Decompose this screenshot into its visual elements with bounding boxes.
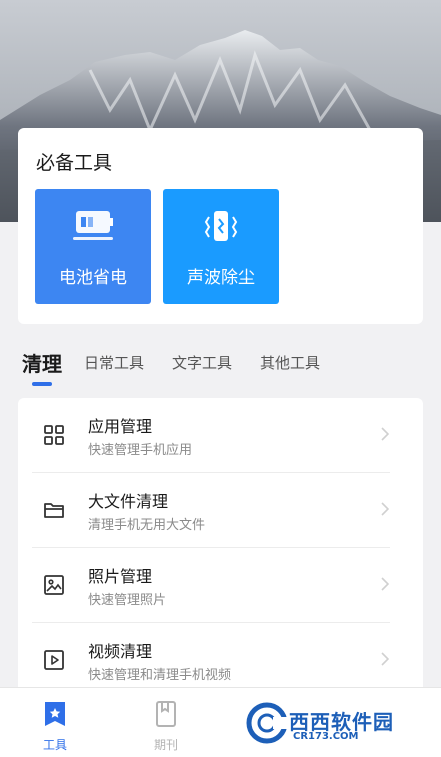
clean-tools-list: 应用管理 快速管理手机应用 大文件清理 清理手机无用大文件 照片管理 快速管理照… — [18, 398, 423, 693]
watermark-logo-icon — [246, 702, 289, 744]
tab-text-tools[interactable]: 文字工具 — [172, 352, 232, 373]
phone-vibrate-icon — [204, 211, 238, 241]
nav-journal[interactable]: 期刊 — [136, 700, 196, 753]
list-item-subtitle: 清理手机无用大文件 — [88, 518, 206, 533]
site-watermark: 西西软件园 CR173.COM — [241, 700, 423, 746]
list-item-photo-management[interactable]: 照片管理 快速管理照片 — [18, 548, 423, 623]
list-item-title: 视频清理 — [88, 642, 153, 661]
tab-daily-tools[interactable]: 日常工具 — [84, 352, 144, 373]
folder-icon — [44, 503, 64, 518]
chevron-right-icon — [381, 652, 390, 666]
list-item-subtitle: 快速管理手机应用 — [88, 443, 193, 458]
nav-tools[interactable]: 工具 — [25, 700, 85, 753]
list-item-subtitle: 快速管理和清理手机视频 — [88, 668, 232, 683]
list-item-title: 大文件清理 — [88, 492, 169, 511]
chevron-right-icon — [381, 577, 390, 591]
video-icon — [44, 650, 64, 670]
sonic-dust-removal-label: 声波除尘 — [187, 268, 255, 288]
tab-other-tools[interactable]: 其他工具 — [260, 352, 320, 373]
journal-icon — [156, 701, 176, 727]
tab-clean[interactable]: 清理 — [22, 348, 62, 377]
essential-tools-card: 必备工具 电池省电 声波除尘 — [18, 128, 423, 324]
image-icon — [44, 575, 64, 595]
chevron-right-icon — [381, 502, 390, 516]
sonic-dust-removal-button[interactable]: 声波除尘 — [163, 189, 279, 304]
list-item-app-management[interactable]: 应用管理 快速管理手机应用 — [18, 398, 423, 473]
list-item-large-file-clean[interactable]: 大文件清理 清理手机无用大文件 — [18, 473, 423, 548]
battery-saver-label: 电池省电 — [59, 268, 127, 288]
battery-icon — [73, 211, 113, 240]
list-item-subtitle: 快速管理照片 — [88, 593, 167, 608]
chevron-right-icon — [381, 427, 390, 441]
category-tabs: 清理 日常工具 文字工具 其他工具 — [22, 348, 422, 388]
watermark-url: CR173.COM — [293, 731, 359, 742]
battery-saver-button[interactable]: 电池省电 — [35, 189, 151, 304]
bookmark-star-icon — [45, 702, 65, 726]
tab-active-indicator — [32, 382, 52, 386]
nav-tools-label: 工具 — [42, 738, 67, 752]
list-item-title: 应用管理 — [88, 417, 153, 436]
apps-grid-icon — [44, 425, 64, 445]
nav-journal-label: 期刊 — [153, 738, 178, 752]
list-item-title: 照片管理 — [88, 567, 153, 586]
essential-tools-title: 必备工具 — [36, 152, 113, 174]
